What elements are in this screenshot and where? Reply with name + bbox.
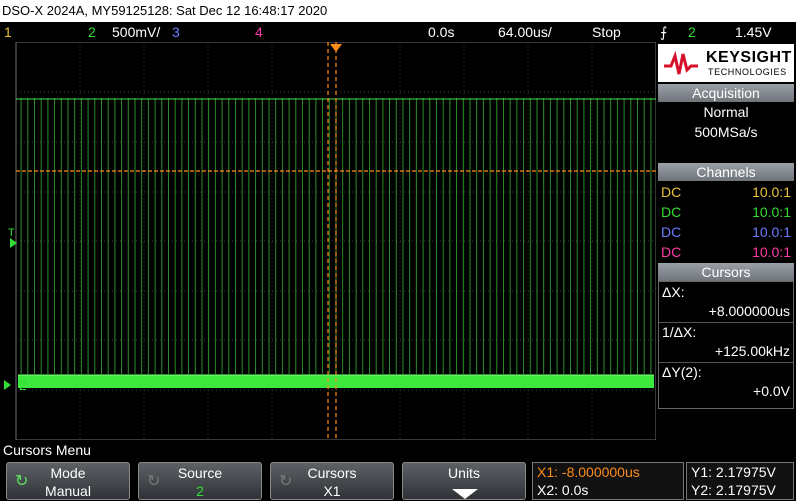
graticule: T 2: [4, 41, 657, 441]
cursors-softkey[interactable]: ↻ Cursors X1: [270, 462, 394, 500]
cursors-header[interactable]: Cursors: [658, 263, 794, 281]
source-softkey[interactable]: ↻ Source 2: [138, 462, 262, 500]
inv-delta-x-label: 1/ΔX:: [662, 324, 697, 340]
channel-row[interactable]: DC 10.0:1: [658, 222, 794, 242]
y1-readout: Y1: 2.17975V: [691, 464, 776, 480]
x1-readout: X1: -8.000000us: [537, 464, 640, 480]
trigger-source: 2: [688, 24, 696, 40]
ch2-ground-label: 2: [19, 377, 27, 393]
channel-coupling: DC: [661, 224, 682, 240]
channel-row[interactable]: DC 10.0:1: [658, 202, 794, 222]
brand-logo: KEYSIGHT TECHNOLOGIES: [658, 44, 794, 82]
ch2-ground-marker-icon: [4, 380, 11, 390]
channel-row[interactable]: DC 10.0:1: [658, 182, 794, 202]
delta-y-value: +0.0V: [753, 383, 790, 399]
waveform-display[interactable]: T 2: [0, 41, 657, 441]
channels-header[interactable]: Channels: [658, 163, 794, 181]
run-state: Stop: [592, 24, 621, 40]
channel-coupling: DC: [661, 244, 682, 260]
ch2-scale: 500mV/: [112, 24, 161, 40]
channel-probe: 10.0:1: [752, 244, 791, 260]
keysight-wave-icon: [664, 50, 698, 75]
ch2-indicator[interactable]: 2: [88, 22, 96, 42]
y2-readout: Y2: 2.17975V: [691, 482, 776, 498]
ch1-indicator[interactable]: 1: [4, 22, 12, 42]
trigger-position-marker: [330, 44, 342, 52]
menu-title: Cursors Menu: [0, 441, 796, 460]
channel-coupling: DC: [661, 204, 682, 220]
mode-softkey[interactable]: ↻ Mode Manual: [6, 462, 130, 500]
info-sidebar: KEYSIGHT TECHNOLOGIES Acquisition Normal…: [656, 42, 796, 440]
units-softkey[interactable]: Units: [402, 462, 526, 500]
delta-y-label: ΔY(2):: [662, 364, 702, 380]
delta-x-label: ΔX:: [662, 284, 685, 300]
inv-delta-x-value: +125.00kHz: [714, 343, 790, 359]
brand-name: KEYSIGHT: [706, 49, 792, 66]
brand-sub: TECHNOLOGIES: [708, 67, 787, 77]
channel-probe: 10.0:1: [752, 204, 791, 220]
down-arrow-icon: [452, 489, 478, 499]
ch4-indicator[interactable]: 4: [255, 22, 263, 42]
time-offset: 0.0s: [428, 24, 455, 40]
x2-readout: X2: 0.0s: [537, 482, 589, 498]
acquisition-header[interactable]: Acquisition: [658, 84, 794, 102]
channel-row[interactable]: DC 10.0:1: [658, 242, 794, 262]
x-cursor-readout: X1: -8.000000us X2: 0.0s: [532, 462, 684, 500]
delta-x-value: +8.000000us: [708, 303, 790, 319]
window-title: DSO-X 2024A, MY59125128: Sat Dec 12 16:4…: [0, 0, 796, 22]
time-scale: 64.00us/: [498, 24, 552, 40]
trigger-marker-label: T: [8, 227, 15, 239]
channel-coupling: DC: [661, 184, 682, 200]
acquisition-rate: 500MSa/s: [694, 124, 758, 140]
trigger-edge-icon: ⨍: [660, 24, 668, 40]
acquisition-mode: Normal: [703, 104, 749, 120]
status-bar: 1 2 500mV/ 3 4 0.0s 64.00us/ Stop ⨍ 2 1.…: [0, 22, 796, 42]
channel-probe: 10.0:1: [752, 224, 791, 240]
cursors-panel: ΔX: +8.000000us 1/ΔX: +125.00kHz ΔY(2): …: [658, 281, 794, 409]
trigger-level: 1.45V: [735, 24, 772, 40]
softkey-bar: ↻ Mode Manual ↻ Source 2 ↻ Cursors X1 Un…: [0, 460, 796, 501]
channel-probe: 10.0:1: [752, 184, 791, 200]
y-cursor-readout: Y1: 2.17975V Y2: 2.17975V: [686, 462, 794, 500]
ch3-indicator[interactable]: 3: [172, 22, 180, 42]
